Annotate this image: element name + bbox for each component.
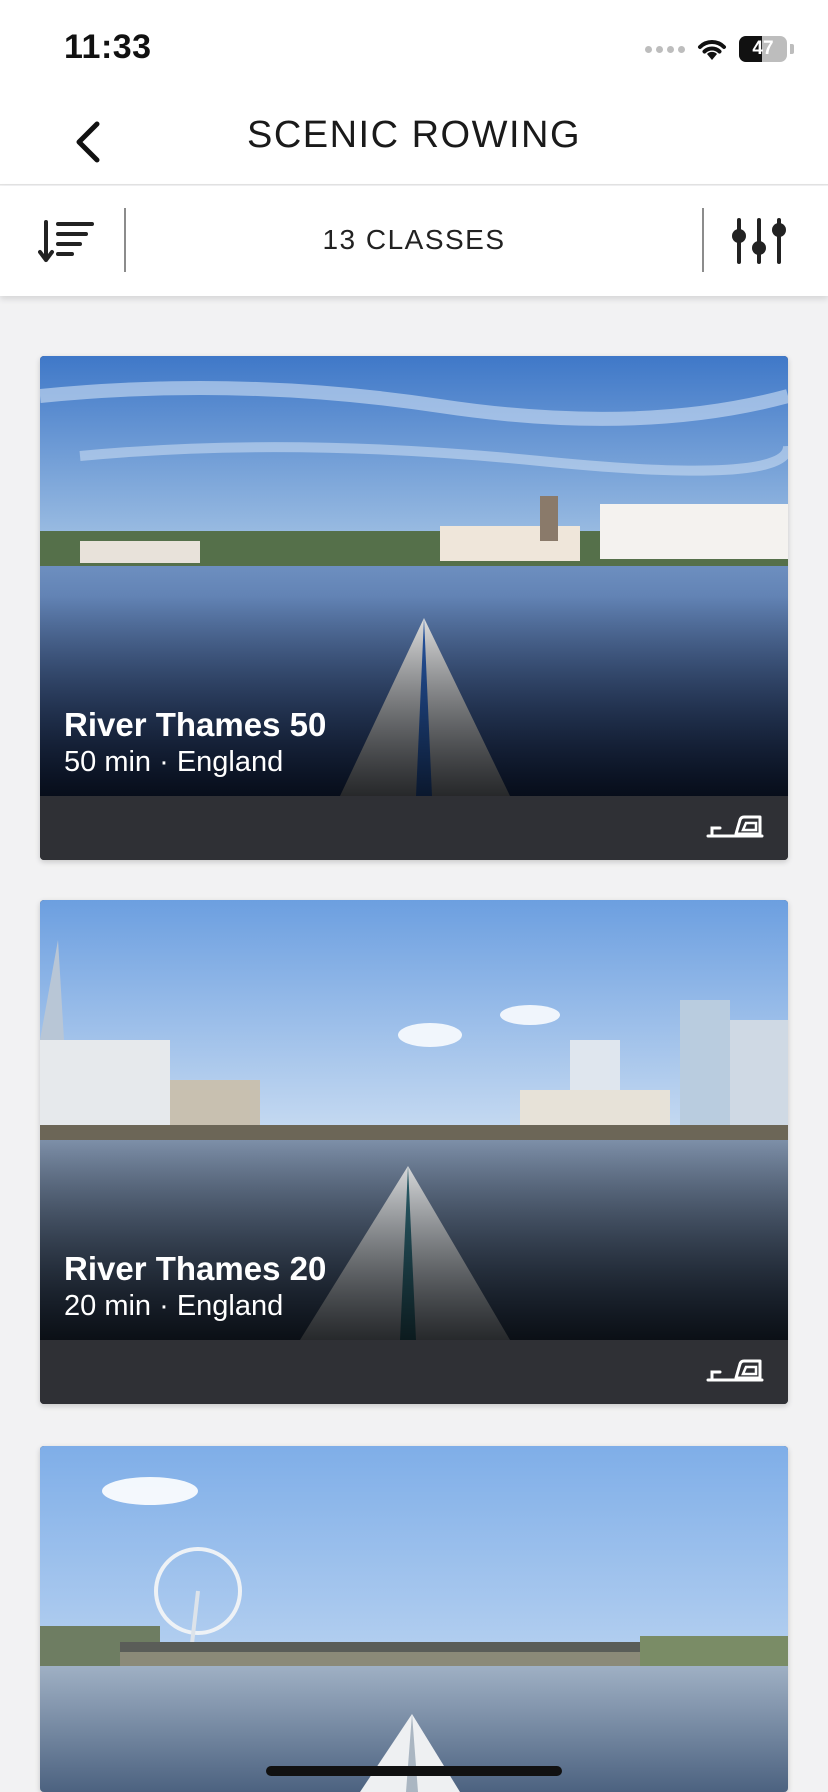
battery-level: 47: [752, 38, 774, 59]
class-meta: 20 min · England: [64, 1290, 284, 1322]
toolbar: 13 CLASSES: [0, 186, 828, 296]
class-title: River Thames 50: [64, 706, 327, 743]
class-meta: 50 min · England: [64, 746, 284, 778]
nav-bar: SCENIC ROWING: [0, 96, 828, 185]
status-bar: 11:33 47: [0, 0, 828, 96]
class-card[interactable]: River Thames 50 50 min · England: [40, 356, 788, 860]
card-footer: [40, 796, 788, 860]
status-time: 11:33: [64, 28, 152, 66]
rowing-machine-icon: [706, 815, 764, 838]
cellular-signal-icon: [645, 45, 685, 53]
filter-button[interactable]: [722, 206, 796, 276]
class-title: River Thames 20: [64, 1250, 327, 1287]
toolbar-divider-right: [702, 208, 704, 272]
battery-icon: 47: [739, 36, 787, 62]
wifi-icon: [698, 40, 726, 60]
rowing-machine-icon: [706, 1359, 764, 1382]
battery-cap: [790, 44, 794, 54]
home-indicator: [266, 1766, 562, 1776]
sliders-icon: [732, 218, 786, 264]
class-thumbnail: [40, 1446, 788, 1792]
class-card[interactable]: River Thames 20 20 min · England: [40, 900, 788, 1404]
card-footer: [40, 1340, 788, 1404]
status-icons: 47: [645, 32, 794, 66]
page-title: SCENIC ROWING: [246, 114, 582, 156]
class-card[interactable]: [40, 1446, 788, 1792]
